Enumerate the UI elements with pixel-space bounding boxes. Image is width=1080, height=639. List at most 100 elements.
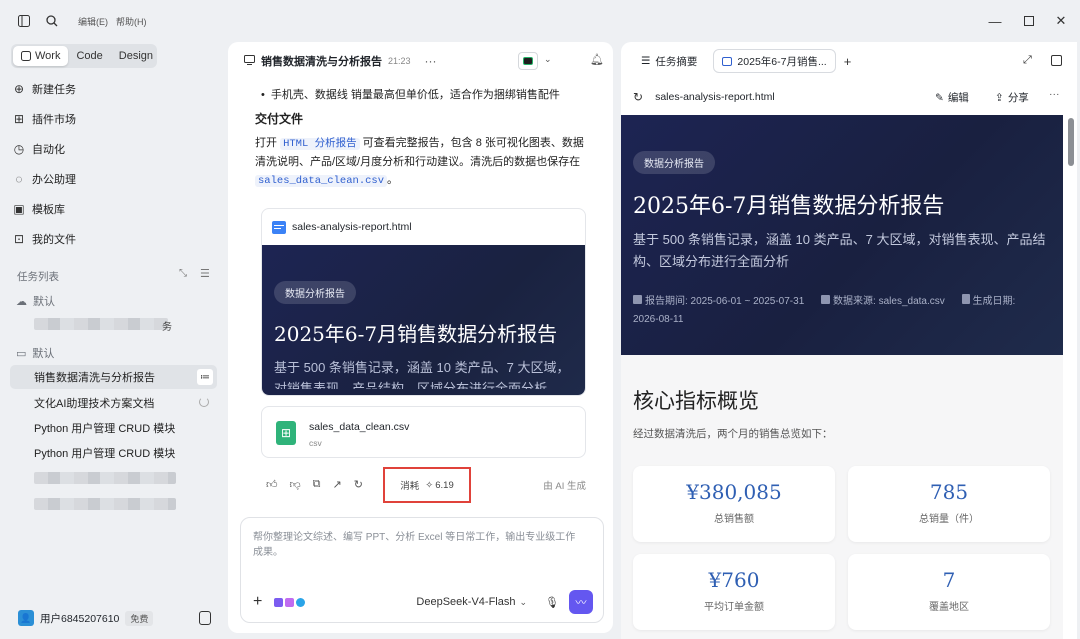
nav-template-library[interactable]: ▣ 模板库 [12, 196, 65, 222]
model-selector[interactable]: DeepSeek-V4-Flash [416, 596, 515, 608]
avatar[interactable]: 👤 [18, 610, 34, 626]
user-bar[interactable]: 👤 用户6845207610 免费 [18, 610, 154, 626]
html-file-name: sales-analysis-report.html [292, 221, 412, 233]
kpi-label: 覆盖地区 [929, 602, 969, 613]
kpi-value: 7 [942, 568, 956, 592]
more-icon[interactable]: ··· [425, 54, 437, 68]
refresh-icon[interactable]: ↻ [633, 90, 643, 104]
edit-label: 编辑 [947, 92, 969, 104]
usage-indicator: 消耗 ✧ 6.19 [383, 467, 471, 503]
scrollbar[interactable] [1068, 118, 1074, 166]
task-item[interactable]: Python 用户管理 CRUD 模块 [10, 441, 217, 465]
task-item-active[interactable]: 销售数据清洗与分析报告 ≔ [10, 365, 217, 389]
bullet-dot: • [261, 89, 265, 101]
chat-input-box[interactable]: 帮你整理论文综述、编写 PPT、分析 Excel 等日常工作，输出专业级工作成果… [240, 517, 604, 623]
chevron-down-icon[interactable]: ⌄ [519, 597, 527, 608]
work-icon [21, 51, 31, 61]
clock-icon: ◷ [13, 142, 25, 156]
deliver-heading: 交付文件 [255, 112, 304, 126]
regenerate-icon[interactable]: ↻ [354, 478, 363, 491]
preview-tabs: ☰ 任务摘要 2025年6-7月销售... + ⤢ [621, 42, 1077, 80]
task-item[interactable]: Python 用户管理 CRUD 模块 [10, 416, 217, 440]
task-list-title: 任务列表 [17, 271, 59, 283]
chat-input-placeholder[interactable]: 帮你整理论文综述、编写 PPT、分析 Excel 等日常工作，输出专业级工作成果… [253, 530, 583, 560]
thumbs-up-icon[interactable]: 👍︎ [266, 478, 278, 491]
meta-period: 报告期间: 2025-06-01 ~ 2025-07-31 [645, 296, 805, 307]
group-default-1[interactable]: ☁ 默认 [16, 293, 55, 309]
expand-icon[interactable]: ⤢ [1023, 54, 1032, 67]
search-icon[interactable] [40, 9, 64, 33]
document-icon [961, 294, 970, 304]
mode-design[interactable]: Design [111, 46, 161, 66]
device-icon[interactable] [199, 611, 211, 625]
thumbs-down-icon[interactable]: 👎︎ [290, 478, 301, 491]
hero-meta: 报告期间: 2025-06-01 ~ 2025-07-31 数据来源: sale… [633, 293, 1053, 329]
nav-automation[interactable]: ◷ 自动化 [12, 136, 65, 162]
group-default-2[interactable]: ▭ 默认 [16, 345, 54, 361]
chat-title: 销售数据清洗与分析报告 [261, 56, 382, 68]
task-label: Python 用户管理 CRUD 模块 [34, 448, 176, 460]
csv-file-code: sales_data_clean.csv [255, 175, 388, 187]
kpi-subtitle: 经过数据清洗后，两个月的销售总览如下： [633, 428, 833, 440]
tab-summary[interactable]: ☰ 任务摘要 [633, 49, 705, 73]
copy-icon[interactable]: ⧉ [313, 478, 321, 491]
split-panel-icon[interactable] [1051, 55, 1062, 66]
sidebar-toggle-icon[interactable] [12, 9, 36, 33]
browser-icon [722, 56, 733, 66]
tab-report-file[interactable]: 2025年6-7月销售... [713, 49, 836, 73]
blurred-task[interactable] [34, 472, 176, 484]
more-icon[interactable]: ··· [1049, 88, 1060, 100]
nav-plugin-market[interactable]: ⊞ 插件市场 [12, 106, 76, 132]
preview-address-bar: ↻ sales-analysis-report.html ✎ 编辑 ⇪ 分享 ··· [621, 82, 1077, 112]
close-icon[interactable]: ✕ [1046, 10, 1076, 32]
maximize-icon[interactable] [1014, 10, 1044, 32]
meta-source: 数据来源: sales_data.csv [833, 296, 945, 307]
sidebar: Work Code Design ⊕ 新建任务 ⊞ 插件市场 ◷ 自动化 ◌ 办公助理 … [0, 42, 228, 639]
mode-code[interactable]: Code [68, 46, 110, 66]
nav-label: 新建任务 [32, 84, 76, 96]
meta-date: 2026-08-11 [633, 314, 684, 325]
blurred-task[interactable] [34, 318, 168, 330]
voice-send-button[interactable]: 〰 [569, 590, 593, 614]
group-label-text: 默认 [33, 296, 55, 308]
chevron-down-icon[interactable]: ⌄ [544, 54, 552, 65]
edit-button[interactable]: ✎ 编辑 [935, 90, 969, 105]
new-tab-icon[interactable]: + [844, 54, 852, 69]
input-toolbar: + DeepSeek-V4-Flash ⌄ 🎙︎ 〰 [253, 590, 593, 614]
filter-icon[interactable]: ☰ [200, 267, 210, 280]
menu-help[interactable]: 帮助(H) [116, 15, 147, 28]
nav-label: 办公助理 [32, 174, 76, 186]
share-icon[interactable]: ↗ [333, 478, 342, 491]
collapse-icon[interactable]: ⤡ [179, 268, 187, 279]
kpi-card-regions: 7 覆盖地区 [848, 554, 1050, 630]
minimize-icon[interactable]: — [980, 10, 1010, 32]
task-item[interactable]: 文化AI助理技术方案文档 [10, 391, 217, 415]
bell-icon[interactable]: 🔔︎ [590, 53, 604, 66]
blurred-task[interactable] [34, 498, 176, 510]
microphone-icon[interactable]: 🎙︎ [545, 596, 559, 609]
edit-icon: ✎ [935, 91, 944, 104]
media-plugins-icon[interactable] [274, 597, 306, 607]
hero-desc: 基于 500 条销售记录，涵盖 10 类产品、7 大区域，对销售表现、产品结构、… [633, 232, 1046, 269]
share-button[interactable]: ⇪ 分享 [995, 90, 1029, 105]
preview-panel: ☰ 任务摘要 2025年6-7月销售... + ⤢ ↻ sales-analysi… [621, 42, 1077, 639]
terminal-icon[interactable] [518, 52, 538, 70]
chat-header: 销售数据清洗与分析报告 21:23 ··· ⌄ 🔔︎ [228, 42, 613, 80]
list-icon: ☰ [641, 55, 651, 67]
deliver-end: 。 [387, 174, 399, 186]
csv-file-type: csv [309, 438, 322, 448]
html-report-link[interactable]: HTML 分析报告 [280, 138, 360, 150]
add-attachment-icon[interactable]: + [253, 593, 262, 611]
menu-edit[interactable]: 编辑(E) [78, 15, 108, 28]
nav-new-task[interactable]: ⊕ 新建任务 [12, 76, 76, 102]
report-title: 2025年6-7月销售数据分析报告 [274, 322, 558, 346]
list-detail-icon[interactable]: ≔ [197, 369, 213, 385]
csv-file-card[interactable]: ⊞ sales_data_clean.csv csv [261, 406, 586, 458]
plan-badge: 免费 [125, 610, 154, 626]
loading-spinner-icon [199, 397, 209, 407]
nav-label: 插件市场 [32, 114, 76, 126]
nav-my-files[interactable]: ⊡ 我的文件 [12, 226, 76, 252]
mode-work[interactable]: Work [13, 46, 69, 66]
html-file-card[interactable]: sales-analysis-report.html 数据分析报告 2025年6… [261, 208, 586, 396]
nav-office-assistant[interactable]: ◌ 办公助理 [12, 166, 76, 192]
